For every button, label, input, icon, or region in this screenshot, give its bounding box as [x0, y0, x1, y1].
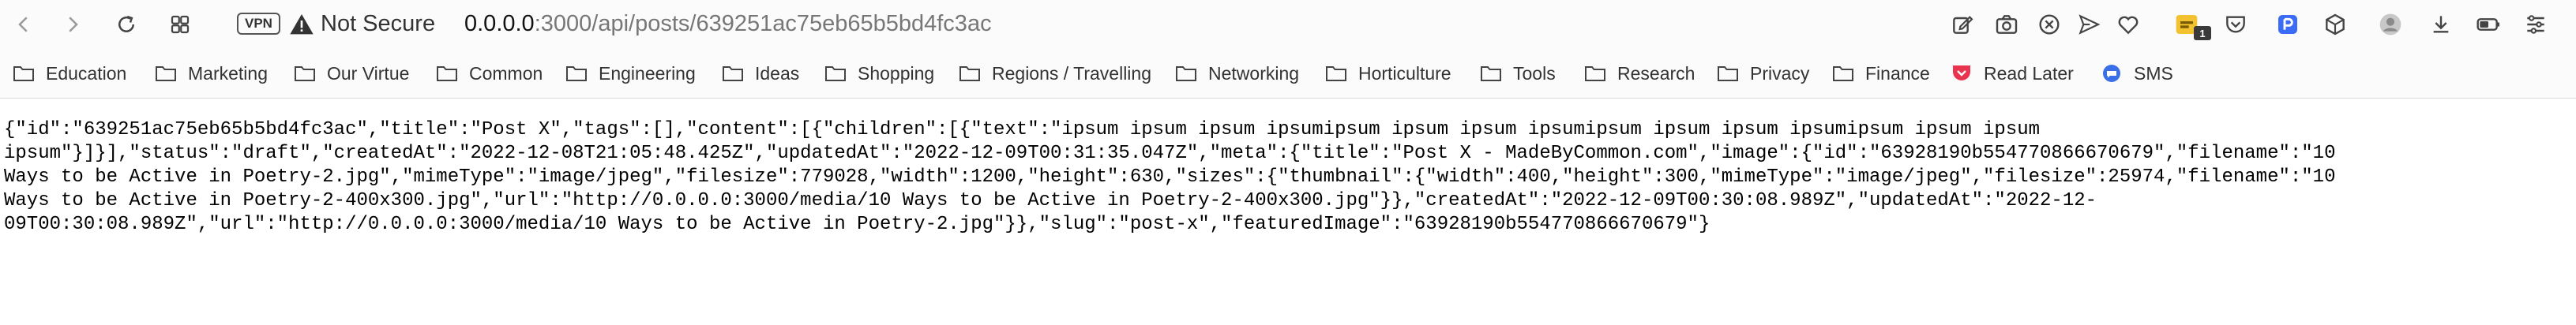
vpn-badge[interactable]: VPN: [237, 13, 280, 35]
bookmark-sms[interactable]: SMS: [2101, 60, 2173, 87]
block-icon[interactable]: [2036, 11, 2063, 38]
battery-icon[interactable]: [2475, 11, 2502, 38]
bookmark-folder-ideas[interactable]: Ideas: [722, 60, 799, 87]
folder-icon: [156, 66, 176, 81]
bookmark-folder-marketing[interactable]: Marketing: [155, 60, 268, 87]
heart-icon[interactable]: [2115, 11, 2142, 38]
reload-icon[interactable]: [112, 10, 141, 39]
json-response-body: {"id":"639251ac75eb65b5bd4fc3ac","title"…: [0, 118, 2576, 237]
bookmark-label: SMS: [2134, 62, 2173, 84]
folder-icon: [1176, 66, 1196, 81]
extension-badge: 1: [2194, 26, 2211, 40]
bookmark-app-icon[interactable]: [2274, 11, 2301, 38]
folder-icon: [723, 66, 743, 81]
send-icon[interactable]: [2075, 11, 2102, 38]
download-icon[interactable]: [2428, 11, 2454, 38]
tab-grid-icon[interactable]: [166, 10, 194, 39]
bookmark-folder-education[interactable]: Education: [13, 60, 126, 87]
edit-icon[interactable]: [1949, 11, 1976, 38]
json-text-line: {"id":"639251ac75eb65b5bd4fc3ac","title"…: [4, 119, 2041, 140]
json-text-line: 09T00:30:08.989Z","url":"http://0.0.0.0:…: [4, 214, 1710, 235]
bookmark-folder-networking[interactable]: Networking: [1175, 60, 1299, 87]
url-path: :3000/api/posts/639251ac75eb65b5bd4fc3ac: [534, 11, 992, 36]
bookmark-folder-common[interactable]: Common: [436, 60, 543, 87]
forward-icon[interactable]: [58, 10, 87, 39]
security-status[interactable]: Not Secure: [321, 10, 435, 37]
pocket-icon: [1953, 65, 1970, 80]
bookmark-folder-our-virtue[interactable]: Our Virtue: [294, 60, 409, 87]
bookmark-folder-finance[interactable]: Finance: [1832, 60, 1930, 87]
bookmark-label: Shopping: [858, 62, 935, 84]
json-text-line: Ways to be Active in Poetry-2.jpg","mime…: [4, 166, 2336, 188]
bookmark-folder-research[interactable]: Research: [1584, 60, 1695, 87]
warning-icon[interactable]: [289, 12, 314, 35]
folder-icon: [825, 66, 846, 81]
bookmark-label: Networking: [1208, 62, 1300, 84]
bookmark-label: Finance: [1865, 62, 1930, 84]
bookmark-label: Our Virtue: [327, 62, 410, 84]
folder-icon: [1833, 66, 1853, 81]
address-bar[interactable]: 0.0.0.0:3000/api/posts/639251ac75eb65b5b…: [464, 10, 992, 37]
bookmark-folder-tools[interactable]: Tools: [1480, 60, 1556, 87]
folder-icon: [1585, 66, 1605, 81]
bookmarks-bar: Education Marketing Our Virtue Common En…: [0, 49, 2576, 99]
bookmark-label: Regions / Travelling: [992, 62, 1151, 84]
bookmark-read-later[interactable]: Read Later: [1951, 60, 2074, 87]
bookmark-label: Tools: [1513, 62, 1556, 84]
profile-icon[interactable]: [2377, 11, 2404, 38]
bookmark-label: Engineering: [599, 62, 696, 84]
bookmark-folder-horticulture[interactable]: Horticulture: [1325, 60, 1451, 87]
bookmark-folder-engineering[interactable]: Engineering: [565, 60, 696, 87]
chat-icon: [2103, 65, 2120, 82]
folder-icon: [437, 66, 457, 81]
bookmark-label: Research: [1617, 62, 1695, 84]
folder-icon: [295, 66, 315, 81]
bookmark-label: Privacy: [1750, 62, 1810, 84]
folder-icon: [1718, 66, 1738, 81]
pocket-icon[interactable]: [2222, 11, 2249, 38]
bookmark-label: Ideas: [755, 62, 800, 84]
folder-icon: [959, 66, 980, 81]
bookmark-label: Read Later: [1984, 62, 2074, 84]
bookmark-label: Common: [469, 62, 543, 84]
bookmark-folder-privacy[interactable]: Privacy: [1717, 60, 1809, 87]
folder-icon: [1326, 66, 1346, 81]
folder-icon: [566, 66, 587, 81]
bookmark-folder-shopping[interactable]: Shopping: [824, 60, 934, 87]
bookmark-label: Horticulture: [1358, 62, 1451, 84]
json-text-line: Ways to be Active in Poetry-2-400x300.jp…: [4, 190, 2097, 211]
box-icon[interactable]: [2322, 11, 2349, 38]
folder-icon: [1481, 66, 1501, 81]
camera-icon[interactable]: [1993, 11, 2020, 38]
bookmark-label: Education: [46, 62, 127, 84]
bookmark-folder-regions-travelling[interactable]: Regions / Travelling: [959, 60, 1151, 87]
menu-icon[interactable]: [2522, 11, 2549, 38]
folder-icon: [13, 66, 34, 81]
back-icon[interactable]: [9, 10, 38, 39]
json-text-line: ipsum"}]}],"status":"draft","createdAt":…: [4, 143, 2336, 164]
url-host: 0.0.0.0: [464, 11, 535, 36]
browser-toolbar: VPN Not Secure 0.0.0.0:3000/api/posts/63…: [0, 0, 2576, 49]
bookmark-label: Marketing: [188, 62, 268, 84]
